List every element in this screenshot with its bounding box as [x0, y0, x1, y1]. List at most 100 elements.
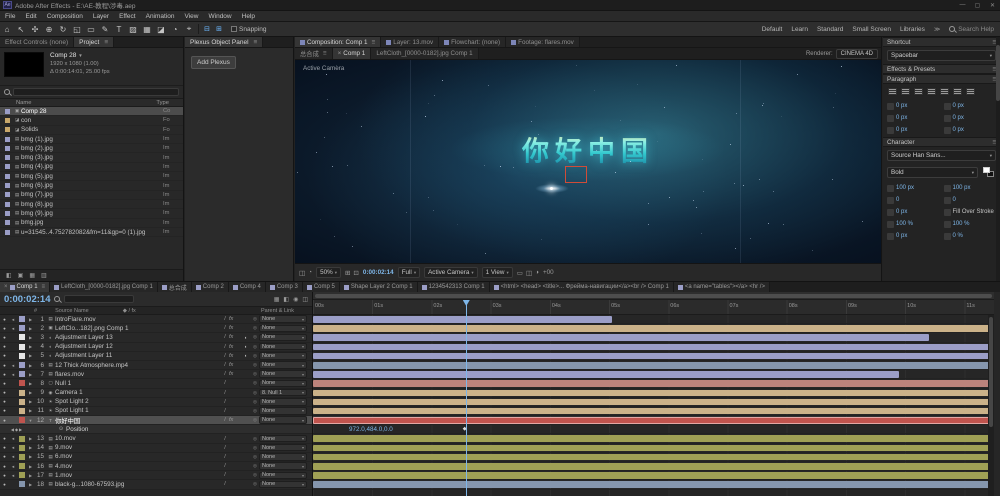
quality-switch-icon[interactable]: /	[221, 463, 229, 469]
quality-switch-icon[interactable]: /	[221, 344, 229, 350]
workspace-overflow-icon[interactable]: ≫	[934, 26, 940, 33]
quality-switch-icon[interactable]: /	[221, 380, 229, 386]
workspace-libraries[interactable]: Libraries	[900, 26, 925, 33]
pickwhip-icon[interactable]: ◎	[251, 334, 259, 340]
viewer-tab[interactable]: Footage: flares.mov	[506, 37, 580, 47]
fill-stroke-swatches[interactable]	[982, 167, 996, 178]
layer-color-swatch[interactable]	[19, 334, 25, 341]
quality-switch-icon[interactable]: /	[221, 445, 229, 451]
layer-color-swatch[interactable]	[19, 371, 25, 378]
visibility-eye-icon[interactable]: ●	[0, 326, 9, 331]
parent-dropdown[interactable]: None ▾	[259, 416, 307, 424]
pickwhip-icon[interactable]: ◎	[251, 380, 259, 386]
character-field[interactable]: 100 px	[887, 183, 940, 193]
timeline-search-input[interactable]	[64, 295, 135, 303]
visibility-eye-icon[interactable]: ●	[0, 344, 9, 349]
draft-3d-icon[interactable]: ◧	[283, 296, 289, 303]
orbit-camera-tool-icon[interactable]: ↻	[56, 25, 70, 34]
audio-icon[interactable]: ◄	[9, 464, 17, 469]
audio-icon[interactable]: ◄	[9, 326, 17, 331]
fx-switch[interactable]: fx	[229, 362, 241, 368]
quality-switch-icon[interactable]: /	[221, 316, 229, 322]
timeline-comp-tab[interactable]: Comp 4	[228, 282, 266, 292]
visibility-eye-icon[interactable]: ●	[0, 317, 9, 322]
parent-dropdown[interactable]: None ▾	[259, 333, 307, 342]
layer-row[interactable]: ● ▶ 5 ◐ Adjustment Layer 11/fx ◐ ◎ None ▾	[0, 352, 312, 361]
layer-duration-bar[interactable]	[313, 352, 994, 360]
close-icon[interactable]: ×	[338, 50, 342, 57]
layer-duration-bar[interactable]	[313, 334, 929, 341]
camera-dropdown[interactable]: Active Camera ▾	[424, 267, 478, 278]
layer-color-swatch[interactable]	[19, 417, 25, 424]
layer-duration-bar[interactable]	[313, 325, 994, 332]
close-icon[interactable]: ×	[4, 284, 8, 290]
layer-duration-bar[interactable]	[313, 435, 994, 443]
project-row[interactable]: ▤ bmg (2).jpg Im	[0, 144, 183, 154]
fx-switch[interactable]: fx	[229, 316, 241, 322]
project-row[interactable]: ▤ bmg (6).jpg Im	[0, 181, 183, 191]
property-row[interactable]: ◀◆▶ ⊙ Position	[0, 425, 312, 435]
timeline-comp-tab[interactable]: Comp 5	[302, 282, 340, 292]
paragraph-field[interactable]: 0 px	[943, 125, 997, 135]
visibility-eye-icon[interactable]: ●	[0, 418, 9, 423]
character-field[interactable]: 0	[887, 195, 940, 205]
layer-color-swatch[interactable]	[19, 325, 25, 332]
visibility-eye-icon[interactable]: ●	[0, 381, 9, 386]
visibility-eye-icon[interactable]: ●	[0, 390, 9, 395]
layer-row[interactable]: ● ▶ 3 ◐ Adjustment Layer 13/fx ◐ ◎ None ▾	[0, 333, 312, 343]
timeline-comp-tab[interactable]: Comp 3	[265, 282, 303, 292]
panel-menu-icon[interactable]: ≡	[254, 39, 258, 46]
composition-viewport[interactable]: 你好中国 Active Camera	[295, 60, 881, 263]
minimize-button[interactable]: —	[955, 2, 970, 9]
twirl-icon[interactable]: ▶	[27, 372, 34, 377]
layer-row[interactable]: ● ◄ ▶ 1 ▤ IntroFlare.mov / fx ◎ None ▾	[0, 315, 312, 325]
grid-toggle-icon[interactable]: ⊞	[213, 25, 225, 33]
quality-switch-icon[interactable]: /	[221, 399, 229, 405]
visibility-eye-icon[interactable]: ●	[0, 482, 9, 487]
timeline-comp-tab[interactable]: × Comp 1 ≡	[0, 282, 51, 292]
layer-color-swatch[interactable]	[19, 481, 25, 488]
exposure-icon[interactable]: ◑	[535, 269, 539, 277]
resolution-dropdown[interactable]: Full ▾	[397, 267, 421, 278]
align-left-button[interactable]	[887, 87, 898, 96]
twirl-icon[interactable]: ▶	[27, 326, 34, 331]
parent-dropdown[interactable]: None ▾	[259, 480, 307, 489]
menu-view[interactable]: View	[180, 13, 204, 20]
layer-row[interactable]: ● ◄ ▶ 13 ▤ 10.mov / ◎ None ▾	[0, 434, 312, 444]
comp-tab[interactable]: 总合成 ≡	[295, 48, 333, 59]
parent-dropdown[interactable]: None ▾	[259, 379, 307, 388]
layer-duration-bar[interactable]	[313, 463, 994, 470]
tab-effect-controls[interactable]: Effect Controls (none)	[0, 37, 75, 47]
workspace-standard[interactable]: Standard	[817, 26, 843, 33]
justify-last-right-button[interactable]	[952, 87, 963, 96]
paragraph-field[interactable]: 0 px	[887, 125, 940, 135]
twirl-icon[interactable]: ▶	[27, 473, 34, 478]
sidebar-scrollbar[interactable]	[996, 37, 1000, 281]
home-tool-icon[interactable]: ⌂	[0, 25, 14, 34]
panel-menu-icon[interactable]: ≡	[372, 39, 376, 46]
renderer-button[interactable]: CINEMA 4D	[835, 49, 878, 59]
font-style-dropdown[interactable]: Bold ▾	[887, 167, 978, 178]
mask-shape-tool-icon[interactable]: ▭	[84, 25, 98, 34]
layer-color-swatch[interactable]	[19, 444, 25, 451]
viewer-tab[interactable]: Composition: Comp 1 ≡	[295, 37, 382, 47]
region-of-interest-icon[interactable]: ▭	[517, 269, 523, 277]
pixel-aspect-icon[interactable]: ◫	[526, 269, 532, 277]
twirl-icon[interactable]: ▼	[27, 418, 34, 423]
twirl-icon[interactable]: ▶	[27, 436, 34, 441]
menu-window[interactable]: Window	[204, 13, 237, 20]
layer-row[interactable]: ● ◄ ▶ 17 ▤ 1.mov / ◎ None ▾	[0, 471, 312, 481]
pickwhip-icon[interactable]: ◎	[251, 316, 259, 322]
twirl-icon[interactable]: ▶	[27, 482, 34, 487]
menu-file[interactable]: File	[0, 13, 20, 20]
pickwhip-icon[interactable]: ◎	[251, 481, 259, 487]
twirl-icon[interactable]: ▶	[27, 363, 34, 368]
mask-toggle-icon[interactable]: ⊡	[353, 269, 358, 277]
twirl-icon[interactable]: ▶	[27, 344, 34, 349]
layer-row[interactable]: ● ▶ 9 ◉ Camera 1 / ◎ 8. Null 1 ▾	[0, 388, 312, 398]
visibility-eye-icon[interactable]: ●	[0, 363, 9, 368]
character-field[interactable]: 0 px	[887, 207, 940, 217]
justify-last-center-button[interactable]	[939, 87, 950, 96]
panel-menu-icon[interactable]: ≡	[104, 39, 108, 46]
twirl-icon[interactable]: ▶	[27, 381, 34, 386]
